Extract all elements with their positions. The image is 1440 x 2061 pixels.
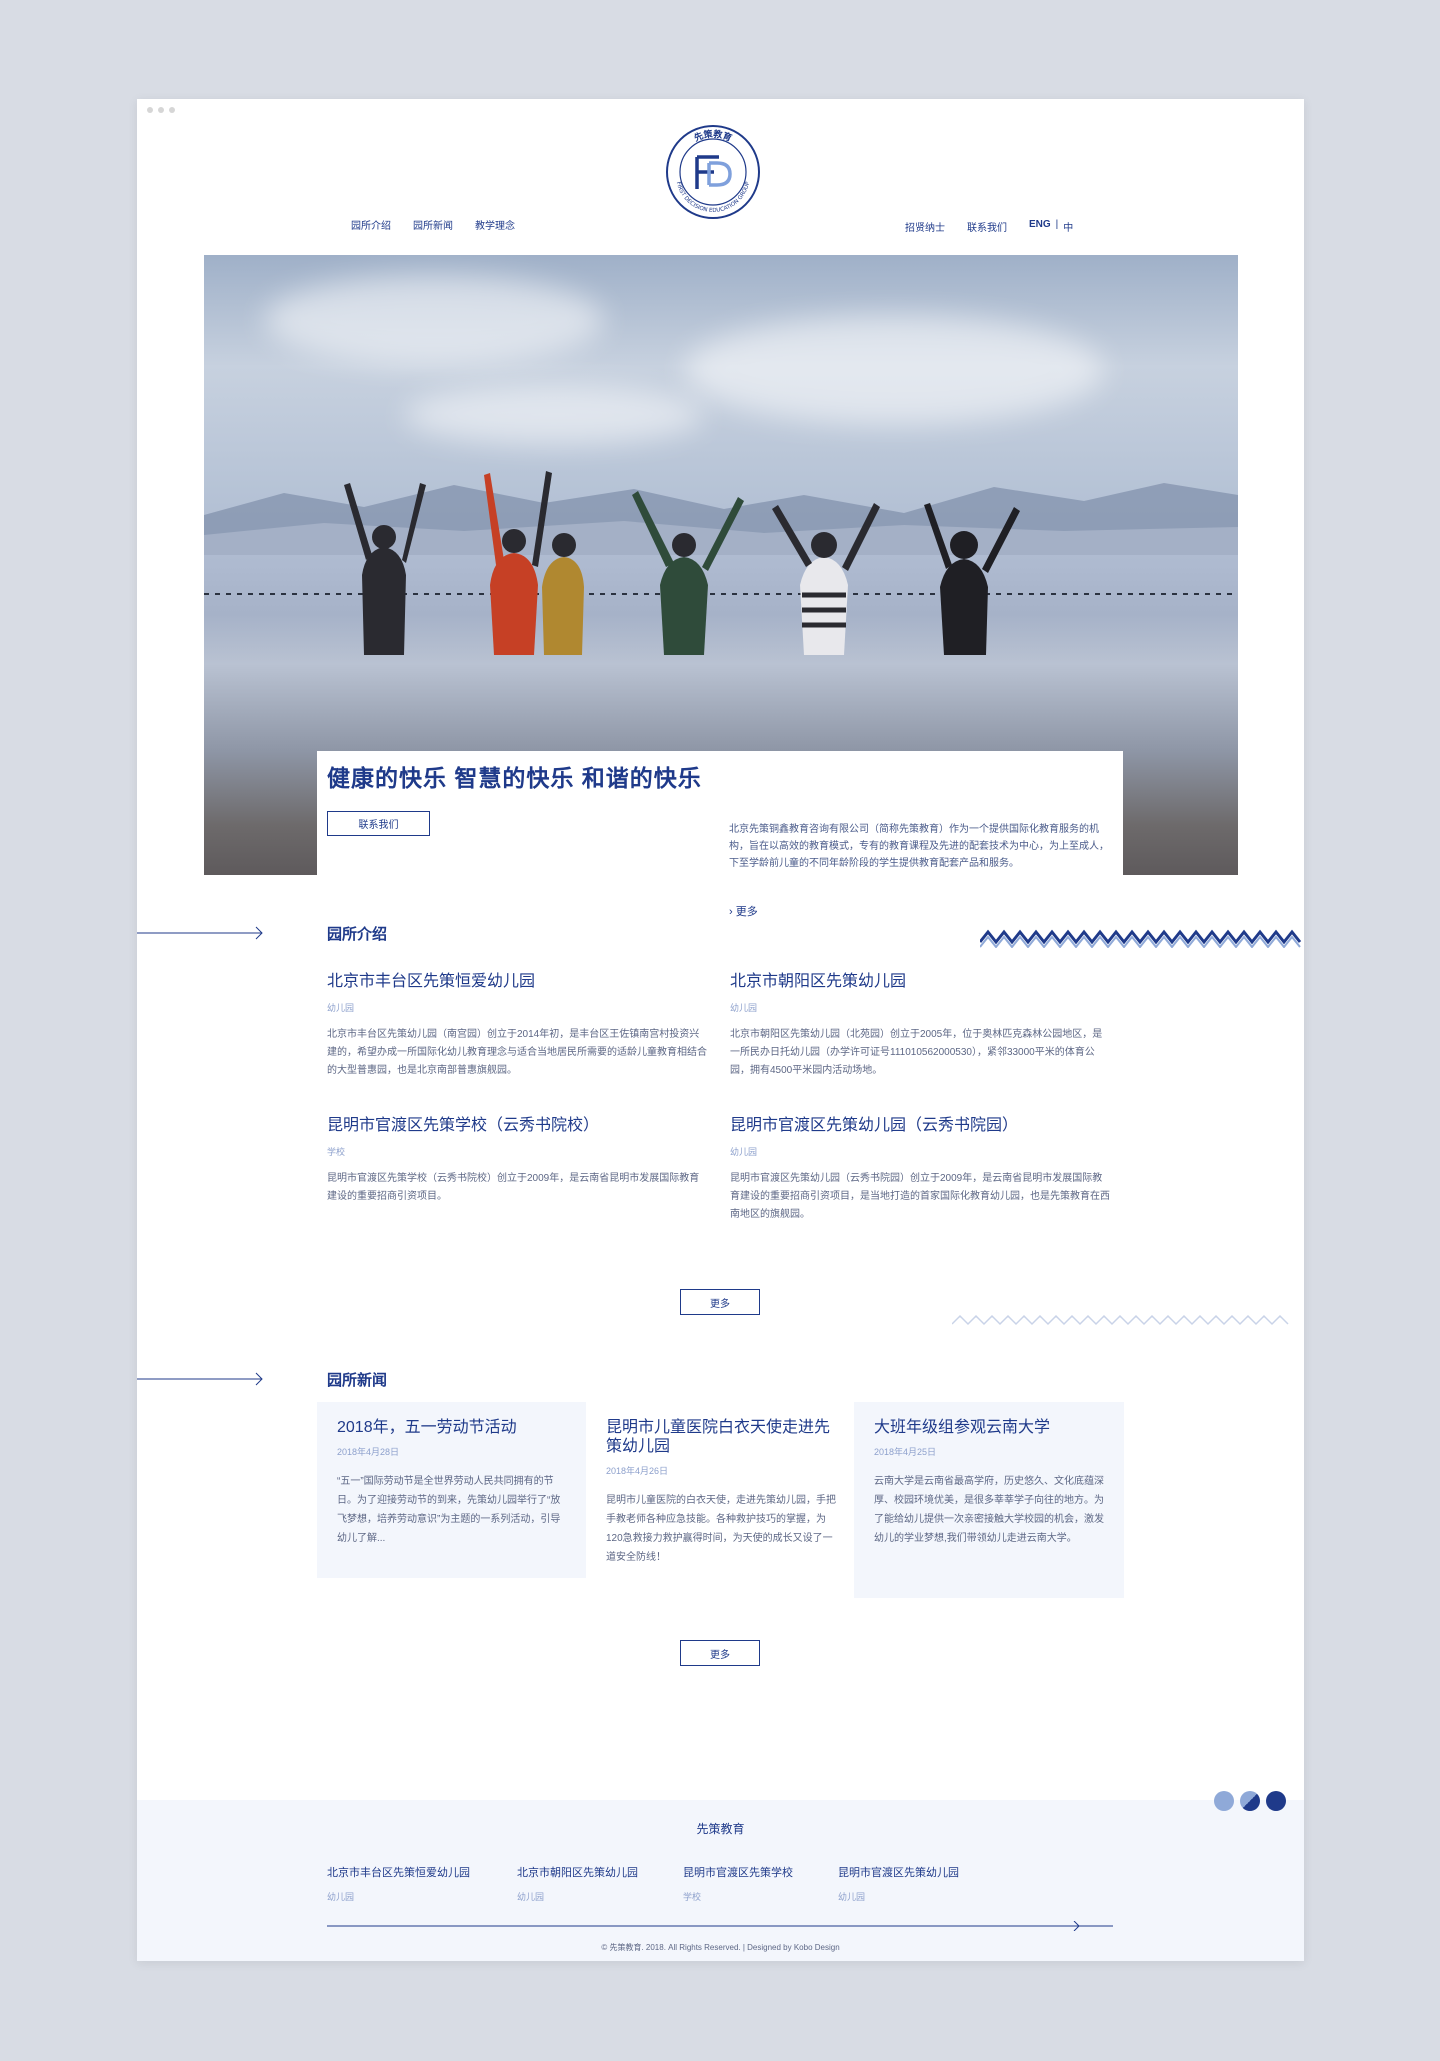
campus-card[interactable]: 北京市朝阳区先策幼儿园 幼儿园 北京市朝阳区先策幼儿园（北苑园）创立于2005年… (730, 967, 1110, 1080)
zigzag-light-decoration (952, 1314, 1289, 1326)
campus-desc: 昆明市官渡区先策学校（云秀书院校）创立于2009年，是云南省昆明市发展国际教育建… (327, 1173, 700, 1202)
campus-desc: 昆明市官渡区先策幼儿园（云秀书院园）创立于2009年，是云南省昆明市发展国际教育… (730, 1173, 1110, 1220)
news-title: 昆明市儿童医院白衣天使走进先策幼儿园 (606, 1419, 831, 1455)
svg-text:先策教育: 先策教育 (692, 128, 734, 144)
footer-link-tag: 幼儿园 (327, 1892, 355, 1902)
copyright: © 先策教育. 2018. All Rights Reserved. | Des… (601, 1943, 840, 1952)
circle-half-icon (1240, 1791, 1260, 1811)
hero-more-label: 更多 (735, 906, 758, 918)
hero-more-link[interactable]: › 更多 (729, 903, 758, 919)
campus-tag: 幼儿园 (730, 1147, 758, 1157)
footer-link-tag: 学校 (683, 1892, 702, 1902)
campus-section-title: 园所介绍 (327, 926, 388, 943)
nav-right: 招贤纳士 联系我们 ENG | 中 (905, 219, 1073, 234)
news-desc: 昆明市儿童医院的白衣天使，走进先策幼儿园，手把手教老师各种应急技能。各种救护技巧… (606, 1495, 836, 1563)
logo[interactable]: 先策教育 FIRST DECISION EDUCATION GROUP (664, 123, 762, 221)
nav-item-intro[interactable]: 园所介绍 (351, 217, 391, 232)
lang-en[interactable]: ENG (1029, 219, 1051, 234)
campus-name: 北京市丰台区先策恒爱幼儿园 (327, 973, 536, 990)
campus-more-button[interactable]: 更多 (680, 1289, 760, 1315)
footer-link[interactable]: 北京市丰台区先策恒爱幼儿园 幼儿园 (327, 1864, 470, 1903)
circle-light-icon (1214, 1791, 1234, 1811)
fd-monogram-icon (695, 155, 732, 189)
section-arrow-line (137, 1372, 263, 1386)
campus-card[interactable]: 昆明市官渡区先策学校（云秀书院校） 学校 昆明市官渡区先策学校（云秀书院校）创立… (327, 1111, 707, 1206)
footer-link[interactable]: 昆明市官渡区先策学校 学校 (683, 1864, 793, 1903)
news-title: 2018年，五一劳动节活动 (337, 1419, 517, 1436)
footer-link-name: 昆明市官渡区先策幼儿园 (838, 1867, 959, 1879)
footer-link-name: 北京市丰台区先策恒爱幼儿园 (327, 1867, 470, 1879)
nav-left: 园所介绍 园所新闻 教学理念 (351, 217, 515, 232)
window-dots (147, 107, 175, 113)
campus-desc: 北京市丰台区先策幼儿园（南宫园）创立于2014年初，是丰台区王佐镇南宫村投资兴建… (327, 1029, 707, 1076)
footer-arrow-line (327, 1921, 1113, 1931)
hero-title: 健康的快乐 智慧的快乐 和谐的快乐 (327, 765, 702, 791)
section-arrow-line (137, 926, 263, 940)
circle-dark-icon (1266, 1791, 1286, 1811)
campus-tag: 幼儿园 (327, 1003, 355, 1013)
news-section-title: 园所新闻 (327, 1372, 388, 1389)
nav-item-careers[interactable]: 招贤纳士 (905, 219, 945, 234)
news-date: 2018年4月28日 (337, 1447, 400, 1457)
footer-link-name: 昆明市官渡区先策学校 (683, 1867, 793, 1879)
news-date: 2018年4月25日 (874, 1447, 937, 1457)
campus-tag: 幼儿园 (730, 1003, 758, 1013)
footer: 先策教育 北京市丰台区先策恒爱幼儿园 幼儿园 北京市朝阳区先策幼儿园 幼儿园 昆… (137, 1800, 1304, 1961)
people-silhouettes (344, 471, 1020, 655)
lang-separator: | (1055, 219, 1059, 230)
chevron-right-icon: › (729, 906, 733, 918)
news-more-button[interactable]: 更多 (680, 1640, 760, 1666)
news-title: 大班年级组参观云南大学 (874, 1419, 1051, 1436)
news-card[interactable]: 大班年级组参观云南大学 2018年4月25日 云南大学是云南省最高学府，历史悠久… (854, 1402, 1124, 1598)
hero-card: 健康的快乐 智慧的快乐 和谐的快乐 联系我们 北京先策铜鑫教育咨询有限公司（简称… (317, 751, 1123, 939)
news-desc: “五一”国际劳动节是全世界劳动人民共同拥有的节日。为了迎接劳动节的到来，先策幼儿… (337, 1476, 561, 1544)
campus-card[interactable]: 北京市丰台区先策恒爱幼儿园 幼儿园 北京市丰台区先策幼儿园（南宫园）创立于201… (327, 967, 707, 1080)
footer-link[interactable]: 昆明市官渡区先策幼儿园 幼儿园 (838, 1864, 959, 1903)
news-card[interactable]: 昆明市儿童医院白衣天使走进先策幼儿园 2018年4月26日 昆明市儿童医院的白衣… (586, 1402, 856, 1578)
contact-us-button[interactable]: 联系我们 (327, 811, 430, 836)
footer-link[interactable]: 北京市朝阳区先策幼儿园 幼儿园 (517, 1864, 638, 1903)
nav-item-news[interactable]: 园所新闻 (413, 217, 453, 232)
language-switch: ENG | 中 (1029, 219, 1073, 234)
nav-item-philosophy[interactable]: 教学理念 (475, 217, 515, 232)
campus-name: 昆明市官渡区先策学校（云秀书院校） (327, 1117, 600, 1134)
zigzag-decoration (980, 929, 1302, 948)
campus-desc: 北京市朝阳区先策幼儿园（北苑园）创立于2005年，位于奥林匹克森林公园地区，是一… (730, 1029, 1103, 1076)
campus-card[interactable]: 昆明市官渡区先策幼儿园（云秀书院园） 幼儿园 昆明市官渡区先策幼儿园（云秀书院园… (730, 1111, 1110, 1224)
footer-link-tag: 幼儿园 (517, 1892, 545, 1902)
news-card[interactable]: 2018年，五一劳动节活动 2018年4月28日 “五一”国际劳动节是全世界劳动… (317, 1402, 587, 1578)
browser-window: 园所介绍 园所新闻 教学理念 先策教育 FIRST DECISION EDUCA… (137, 99, 1304, 1961)
campus-name: 昆明市官渡区先策幼儿园（云秀书院园） (730, 1117, 1019, 1134)
campus-tag: 学校 (327, 1147, 346, 1157)
decorative-circles (1214, 1791, 1286, 1811)
lang-zh[interactable]: 中 (1063, 219, 1073, 234)
logo-top-text: 先策教育 (692, 128, 734, 144)
footer-title: 先策教育 (696, 1822, 745, 1836)
footer-link-tag: 幼儿园 (838, 1892, 866, 1902)
nav-item-contact[interactable]: 联系我们 (967, 219, 1007, 234)
footer-link-name: 北京市朝阳区先策幼儿园 (517, 1867, 638, 1879)
hero-description: 北京先策铜鑫教育咨询有限公司（简称先策教育）作为一个提供国际化教育服务的机构，旨… (729, 824, 1109, 869)
news-date: 2018年4月26日 (606, 1466, 669, 1476)
news-desc: 云南大学是云南省最高学府，历史悠久、文化底蕴深厚、校园环境优美，是很多莘莘学子向… (874, 1476, 1104, 1544)
campus-name: 北京市朝阳区先策幼儿园 (730, 973, 907, 990)
